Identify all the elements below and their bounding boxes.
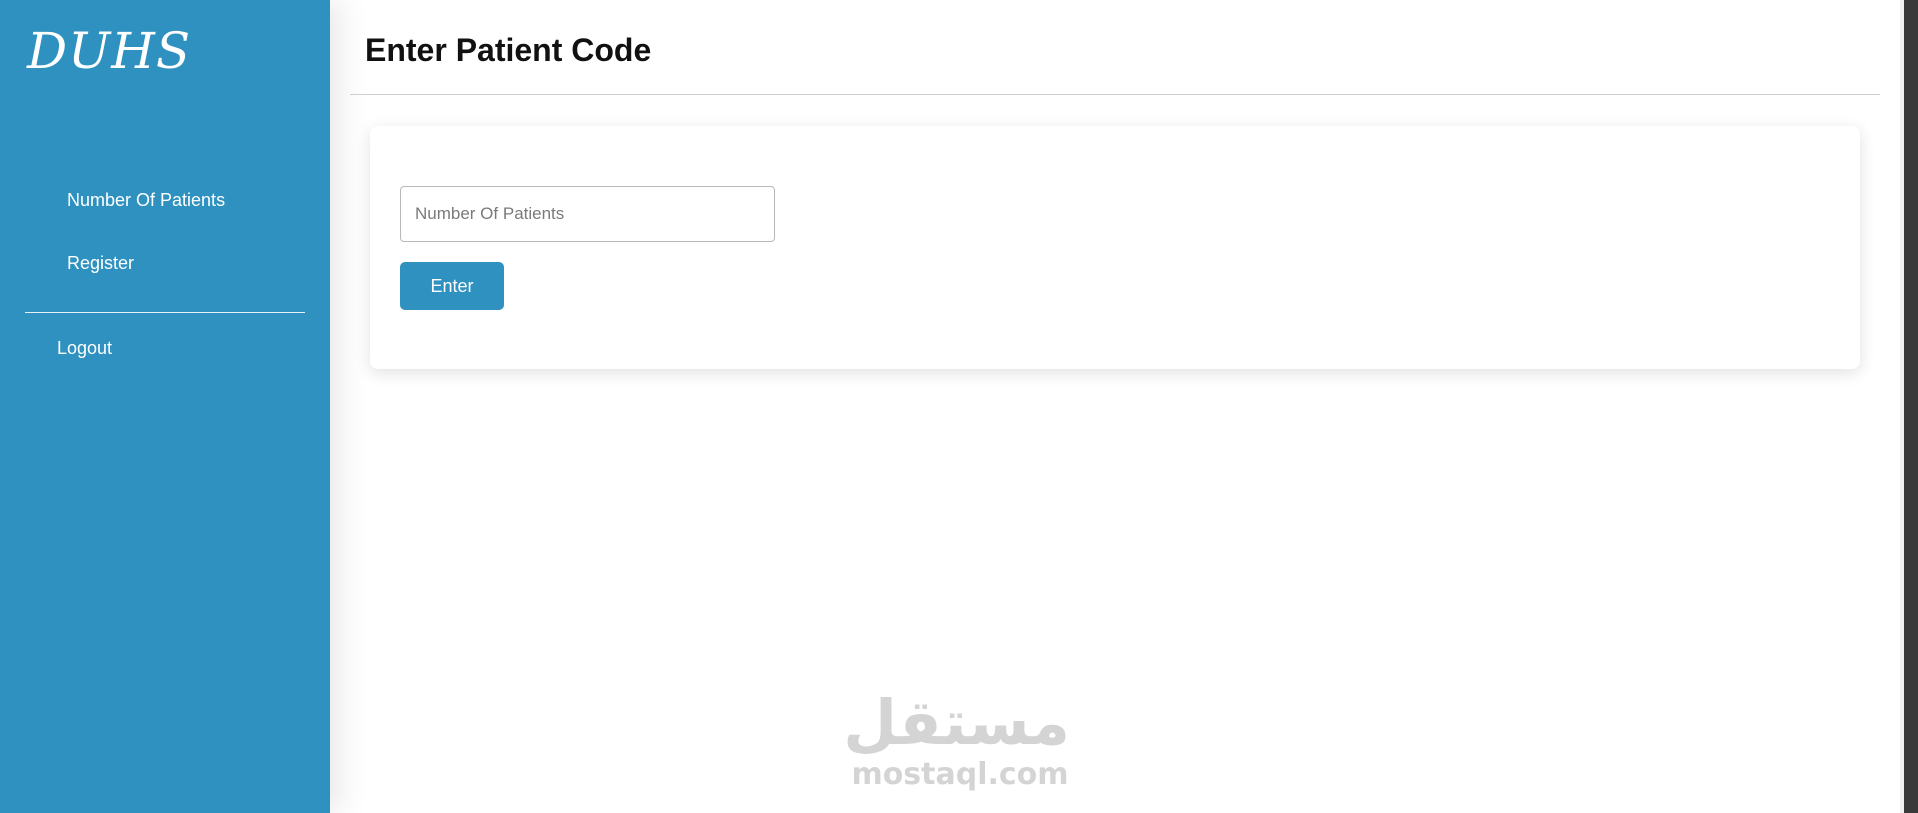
sidebar-divider — [25, 312, 305, 313]
page-title: Enter Patient Code — [365, 32, 652, 68]
sidebar: DUHS Number Of Patients Register Logout — [0, 0, 330, 813]
app-window: DUHS Number Of Patients Register Logout … — [0, 0, 1918, 813]
patient-code-card: Enter — [370, 126, 1860, 369]
scrollbar[interactable] — [1904, 0, 1918, 813]
watermark-arabic: مستقل — [843, 686, 1070, 759]
brand-logo[interactable]: DUHS — [27, 22, 191, 80]
watermark: مستقل mostaql.com — [843, 686, 1070, 792]
watermark-latin: mostaql.com — [851, 757, 1069, 792]
sidebar-item-register[interactable]: Register — [67, 253, 134, 274]
sidebar-item-logout[interactable]: Logout — [57, 338, 112, 359]
title-divider — [350, 94, 1880, 95]
main-content: Enter Patient Code Enter — [330, 0, 1900, 813]
enter-button[interactable]: Enter — [400, 262, 504, 310]
sidebar-item-number-of-patients[interactable]: Number Of Patients — [67, 190, 225, 211]
patient-code-input[interactable] — [400, 186, 775, 242]
